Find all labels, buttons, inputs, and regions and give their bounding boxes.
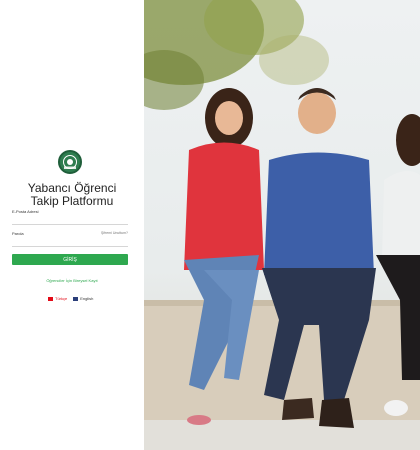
page-title: Yabancı Öğrenci Takip Platformu [0,182,144,207]
login-panel: Yabancı Öğrenci Takip Platformu E-Posta … [0,0,144,450]
university-logo-icon [58,150,82,174]
language-tr[interactable]: Türkçe [48,296,67,301]
title-line-1: Yabancı Öğrenci [27,181,117,195]
email-field[interactable] [12,214,128,225]
password-field[interactable] [12,236,128,247]
language-en-label: English [80,296,94,301]
uk-flag-icon [73,296,79,301]
language-tr-label: Türkçe [55,296,68,301]
hero-photo [144,0,420,450]
turkey-flag-icon [48,296,53,301]
title-line-2: Takip Platformu [30,193,114,208]
forgot-password-link[interactable]: Şifremi Unuttum? [101,231,128,235]
login-button[interactable]: GİRİŞ [12,254,128,265]
language-en[interactable]: English [73,296,93,301]
register-link[interactable]: Öğrenciler İçin Bireysel Kayıt [0,278,144,283]
language-switcher: Türkçe English [48,296,93,301]
students-photo-illustration [144,0,420,450]
